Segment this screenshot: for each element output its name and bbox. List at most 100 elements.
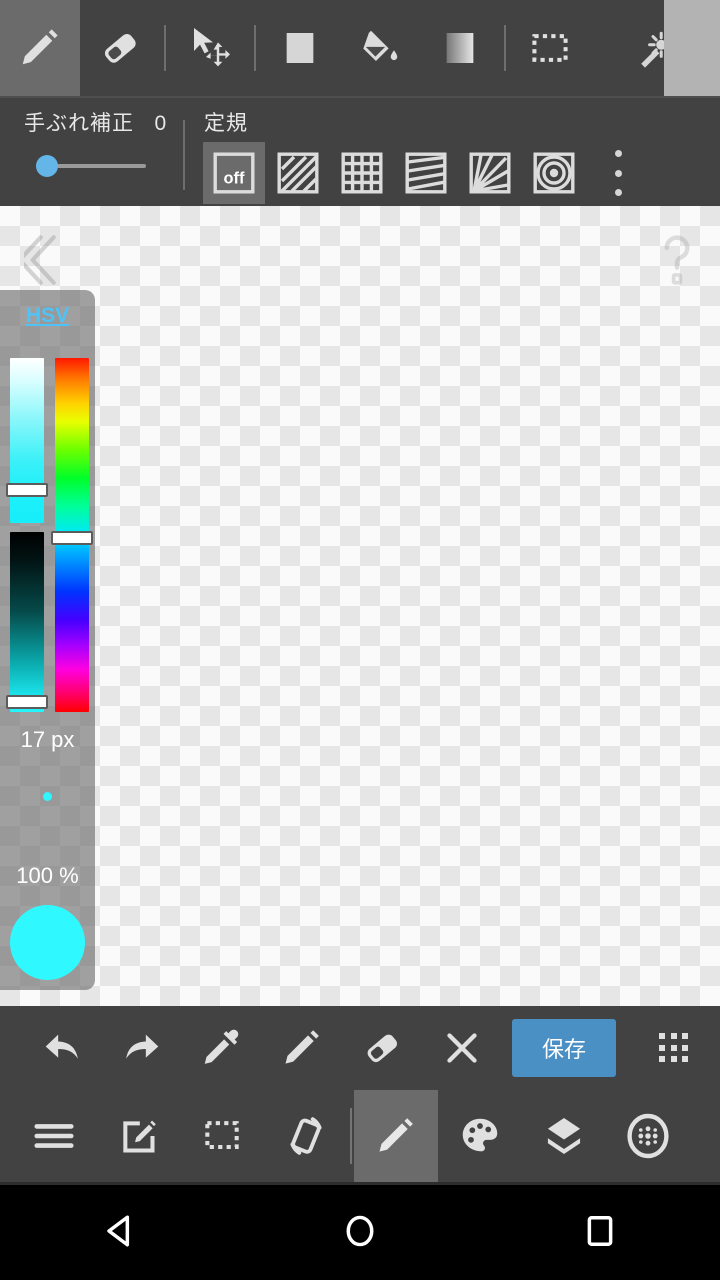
ruler-option-parallel[interactable] (267, 142, 329, 204)
layers-icon (547, 1117, 581, 1155)
nav-menu[interactable] (12, 1090, 96, 1182)
ruler-concentric-icon (533, 152, 575, 194)
palette-icon (462, 1118, 498, 1152)
ruler-radial-icon (469, 152, 511, 194)
android-recents-button[interactable] (540, 1182, 660, 1280)
action-bar: 保存 (0, 1006, 720, 1090)
tool-marquee-select[interactable] (510, 0, 590, 96)
kebab-dot-2 (614, 169, 622, 177)
tool-eraser[interactable] (80, 0, 160, 96)
pencil-icon (379, 1118, 413, 1152)
nav-palette[interactable] (438, 1090, 522, 1182)
redo-arrow-icon (126, 1034, 159, 1059)
ruler-option-grid[interactable] (331, 142, 393, 204)
paint-bucket-icon (363, 30, 398, 62)
nav-edit[interactable] (96, 1090, 180, 1182)
toolbar-divider-1 (164, 25, 166, 71)
options-divider (183, 120, 185, 190)
color-panel: HSV 17 px 100 % (0, 290, 95, 990)
ruler-option-concentric[interactable] (523, 142, 585, 204)
android-back-button[interactable] (60, 1182, 180, 1280)
eraser-icon (104, 34, 136, 63)
question-mark-icon[interactable] (654, 232, 700, 288)
nav-selection[interactable] (180, 1090, 264, 1182)
chevron-left-icon[interactable] (24, 234, 64, 286)
tool-gradient[interactable] (420, 0, 500, 96)
kebab-dot-3 (614, 189, 622, 196)
top-toolbar (0, 0, 720, 96)
gradient-icon (446, 33, 474, 63)
tool-pencil[interactable] (0, 0, 80, 96)
tool-paint-bucket[interactable] (340, 0, 420, 96)
action-redo[interactable] (102, 1006, 182, 1090)
apps-grid-button[interactable] (634, 1006, 714, 1090)
nav-brush[interactable] (354, 1090, 438, 1182)
toolbar-divider-3 (504, 25, 506, 71)
marquee-select-icon (532, 34, 568, 62)
eyedropper-icon (204, 1029, 239, 1064)
bottom-nav (0, 1090, 720, 1182)
svg-text:off: off (224, 169, 245, 187)
android-nav-bar (0, 1182, 720, 1280)
ruler-grid-icon (341, 152, 383, 194)
action-clear[interactable] (422, 1006, 502, 1090)
value-slider[interactable] (10, 532, 44, 712)
back-triangle-icon (107, 1215, 130, 1247)
ruler-options: off (203, 142, 585, 204)
stabilizer-title: 手ぶれ補正 (24, 112, 134, 135)
current-color-swatch[interactable] (10, 905, 85, 980)
color-mode-label[interactable]: HSV (0, 304, 95, 328)
tool-fill-shape[interactable] (260, 0, 340, 96)
ruler-more-menu[interactable] (605, 150, 631, 196)
action-undo[interactable] (22, 1006, 102, 1090)
square-fill-icon (286, 33, 314, 63)
action-eyedropper[interactable] (182, 1006, 262, 1090)
opacity-label: 100 % (16, 863, 79, 888)
kebab-dot-1 (614, 150, 622, 157)
stabilizer-knob[interactable] (36, 155, 58, 177)
ruler-option-perspective[interactable] (395, 142, 457, 204)
stabilizer-track (48, 164, 146, 168)
stabilizer-value: 0 (154, 112, 168, 135)
pencil-icon (285, 1030, 319, 1064)
hamburger-menu-icon (34, 1124, 74, 1148)
stabilizer-slider[interactable] (36, 155, 146, 177)
action-eraser[interactable] (342, 1006, 422, 1090)
ruler-perspective-icon (405, 152, 447, 194)
pencil-icon (22, 29, 58, 65)
rotate-screen-icon (290, 1117, 322, 1155)
nav-texture[interactable] (606, 1090, 690, 1182)
texture-circle-icon (627, 1113, 669, 1159)
ruler-label: 定規 (204, 112, 248, 135)
eraser-icon (367, 1034, 397, 1063)
ruler-parallel-icon (277, 152, 319, 194)
marquee-select-icon (205, 1121, 239, 1150)
saturation-slider-handle[interactable] (6, 483, 48, 497)
value-slider-handle[interactable] (6, 695, 48, 709)
drawing-canvas[interactable] (0, 206, 720, 1006)
saturation-slider[interactable] (10, 358, 44, 523)
edit-page-icon (123, 1120, 156, 1153)
tool-move[interactable] (170, 0, 250, 96)
ruler-option-radial[interactable] (459, 142, 521, 204)
ruler-option-off[interactable]: off (203, 142, 265, 204)
nav-layers[interactable] (522, 1090, 606, 1182)
toolbar-scroll-panel[interactable] (664, 0, 720, 96)
bottom-nav-divider (350, 1108, 352, 1164)
toolbar-divider-2 (254, 25, 256, 71)
recents-square-icon (587, 1216, 613, 1246)
app-root: 手ぶれ補正 0 定規 off HSV 17 px 100 % 保存 (0, 0, 720, 1280)
brush-size-label: 17 px (20, 727, 75, 752)
grid-dots-icon (659, 1033, 689, 1063)
brush-size-preview (43, 792, 52, 801)
action-pencil[interactable] (262, 1006, 342, 1090)
ruler-off-icon: off (213, 152, 255, 194)
undo-arrow-icon (45, 1034, 78, 1059)
save-button[interactable]: 保存 (512, 1019, 616, 1077)
cursor-move-icon (194, 28, 230, 67)
close-x-icon (447, 1033, 477, 1063)
home-circle-icon (346, 1215, 374, 1247)
android-home-button[interactable] (300, 1182, 420, 1280)
nav-rotate[interactable] (264, 1090, 348, 1182)
hue-slider-handle[interactable] (51, 531, 93, 545)
